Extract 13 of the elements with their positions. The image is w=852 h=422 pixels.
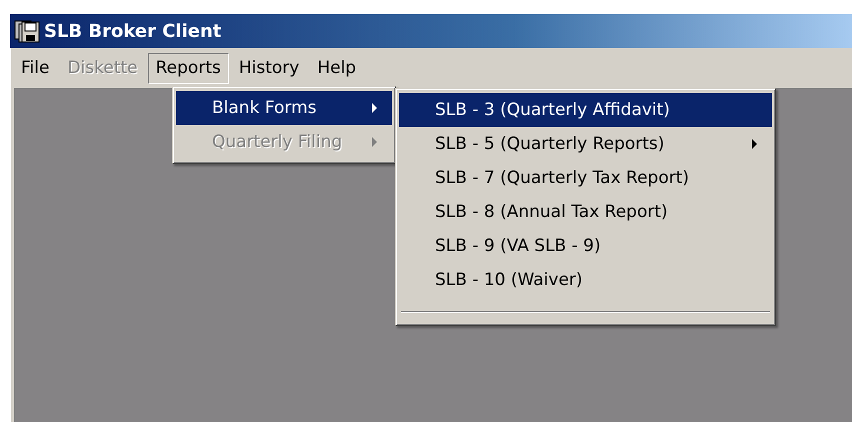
menu-item[interactable]: Blank Forms: [176, 91, 392, 125]
menu-item[interactable]: File: [13, 52, 58, 84]
menu-item[interactable]: SLB - 9 (VA SLB - 9): [399, 229, 772, 263]
menu-item[interactable]: History: [230, 52, 308, 84]
menu-item[interactable]: Reports: [148, 52, 229, 84]
menu-item[interactable]: SLB - 10 (Waiver): [399, 263, 772, 297]
menu-item[interactable]: SLB - 3 (Quarterly Affidavit): [399, 93, 772, 127]
menu-item[interactable]: Help: [309, 52, 364, 84]
menu-item[interactable]: SLB - 7 (Quarterly Tax Report): [399, 161, 772, 195]
window-title: SLB Broker Client: [44, 20, 222, 42]
app-icon: [14, 18, 40, 44]
menu-item[interactable]: SLB - 5 (Quarterly Reports): [399, 127, 772, 161]
menu-item[interactable]: SLB - 8 (Annual Tax Report): [399, 195, 772, 229]
